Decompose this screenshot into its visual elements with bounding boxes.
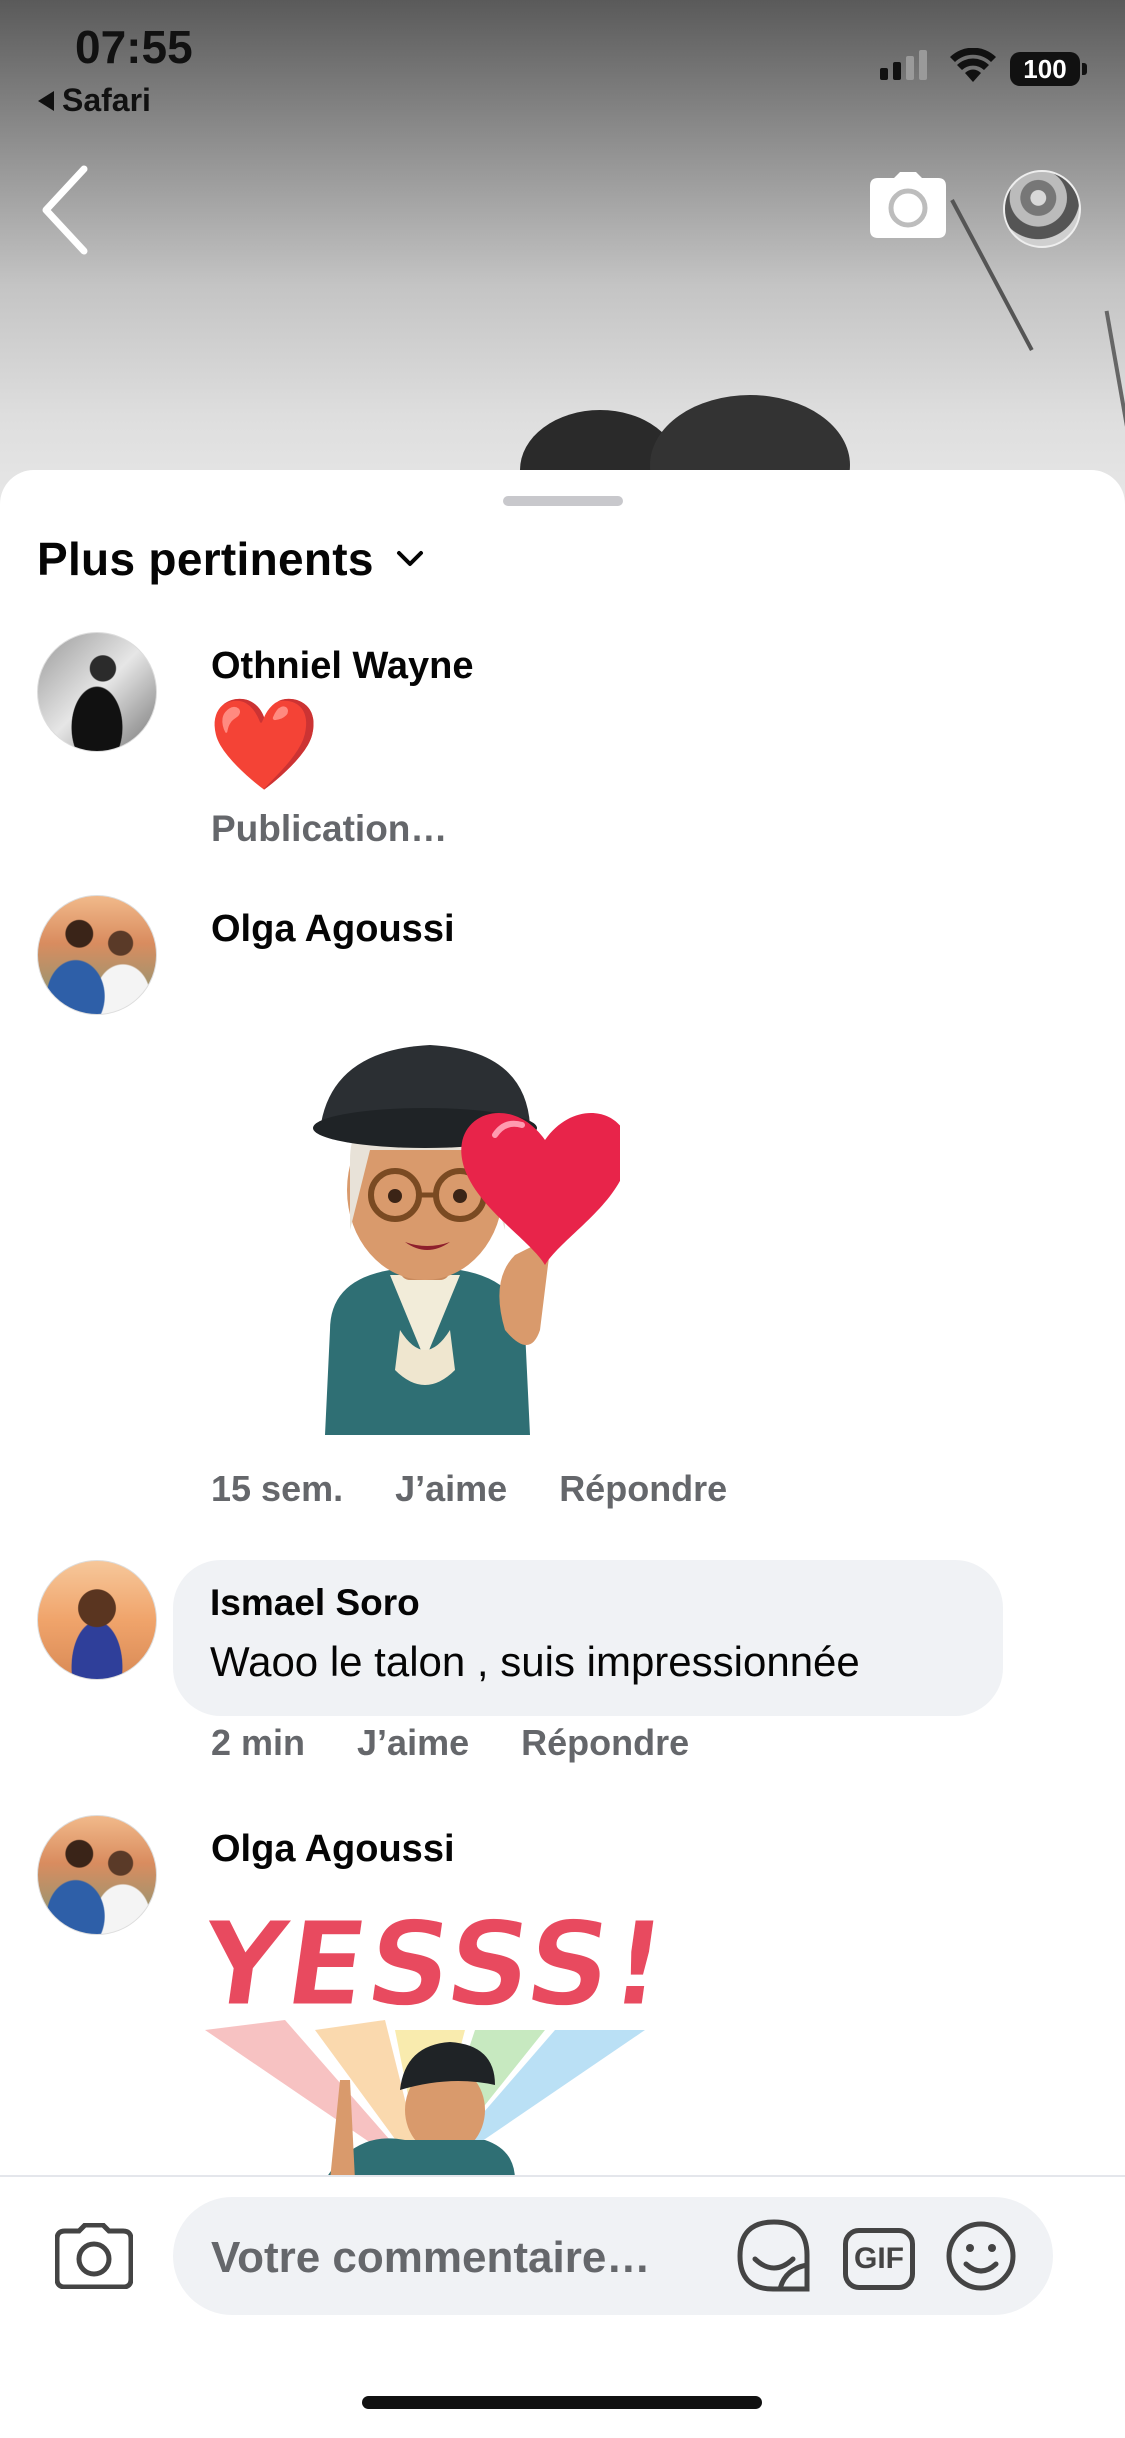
camera-icon[interactable] bbox=[870, 172, 946, 238]
home-indicator[interactable] bbox=[362, 2396, 762, 2409]
sticker-icon[interactable] bbox=[735, 2217, 813, 2300]
avatar[interactable] bbox=[1003, 170, 1081, 248]
back-to-app-link[interactable]: Safari bbox=[38, 82, 151, 119]
gif-label: GIF bbox=[854, 2241, 904, 2275]
comment-author[interactable]: Olga Agoussi bbox=[211, 908, 455, 951]
comment-input[interactable]: Votre commentaire… GIF bbox=[173, 2197, 1053, 2315]
comment-time: 2 min bbox=[211, 1722, 306, 1763]
camera-icon[interactable] bbox=[55, 2223, 133, 2289]
comment-actions: 2 min J’aime Répondre bbox=[211, 1722, 689, 1764]
avatar[interactable] bbox=[37, 632, 157, 752]
comment-reaction: ❤️ bbox=[208, 695, 321, 795]
sort-selector[interactable]: Plus pertinents bbox=[37, 532, 424, 586]
comment-text: Waoo le talon , suis impressionnée bbox=[210, 1638, 860, 1685]
back-app-label: Safari bbox=[62, 82, 151, 118]
avatar[interactable] bbox=[37, 895, 157, 1015]
comment-actions: 15 sem. J’aime Répondre bbox=[211, 1468, 727, 1510]
back-triangle-icon bbox=[38, 90, 54, 111]
battery-indicator: 100 bbox=[1010, 52, 1087, 86]
reply-button[interactable]: Répondre bbox=[521, 1722, 689, 1764]
comment-meta[interactable]: Publication… bbox=[211, 808, 447, 850]
status-time: 07:55 bbox=[75, 21, 193, 73]
gif-icon[interactable]: GIF bbox=[843, 2227, 915, 2290]
avatar[interactable] bbox=[37, 1560, 157, 1680]
comments-sheet: Plus pertinents Othniel Wayne ❤️ Publica… bbox=[0, 470, 1125, 2436]
comment-author[interactable]: Othniel Wayne bbox=[211, 645, 474, 688]
chevron-down-icon bbox=[396, 551, 423, 566]
cellular-signal-icon bbox=[880, 50, 927, 80]
comment-author[interactable]: Ismael Soro bbox=[210, 1582, 420, 1624]
like-button[interactable]: J’aime bbox=[395, 1468, 507, 1510]
sort-label: Plus pertinents bbox=[37, 533, 374, 585]
chevron-left-icon[interactable] bbox=[40, 165, 90, 255]
sticker-text: YESSS! bbox=[189, 1896, 675, 2033]
comment-input-placeholder: Votre commentaire… bbox=[211, 2233, 651, 2282]
like-button[interactable]: J’aime bbox=[357, 1722, 469, 1764]
comment-bubble[interactable]: Ismael Soro Waoo le talon , suis impress… bbox=[173, 1560, 1003, 1716]
avatar[interactable] bbox=[37, 1815, 157, 1935]
emoji-icon[interactable] bbox=[945, 2220, 1017, 2297]
comment-author[interactable]: Olga Agoussi bbox=[211, 1828, 455, 1871]
heart-avatar-sticker bbox=[313, 1045, 620, 1435]
wifi-icon bbox=[950, 48, 996, 82]
yesss-sticker: YESSS! bbox=[188, 1894, 675, 2180]
comment-time: 15 sem. bbox=[211, 1468, 344, 1509]
reply-button[interactable]: Répondre bbox=[559, 1468, 727, 1510]
sheet-grabber[interactable] bbox=[503, 496, 623, 506]
